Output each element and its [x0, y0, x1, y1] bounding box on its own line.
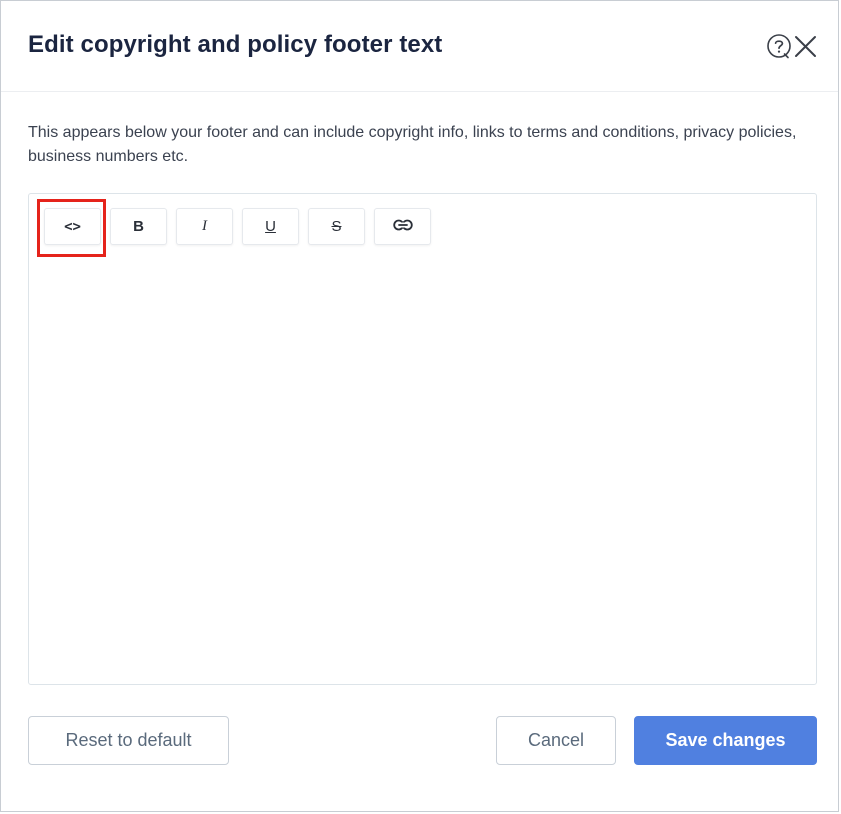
- editor-content-area[interactable]: [30, 258, 815, 683]
- link-icon: [392, 218, 413, 235]
- link-button[interactable]: [374, 208, 431, 245]
- dialog-header: Edit copyright and policy footer text: [1, 1, 838, 92]
- rich-text-editor: <> B I U S: [28, 193, 817, 685]
- save-changes-button[interactable]: Save changes: [634, 716, 817, 765]
- bold-button[interactable]: B: [110, 208, 167, 245]
- close-icon[interactable]: [793, 34, 818, 59]
- underline-button[interactable]: U: [242, 208, 299, 245]
- strikethrough-button[interactable]: S: [308, 208, 365, 245]
- reset-to-default-button[interactable]: Reset to default: [28, 716, 229, 765]
- italic-button[interactable]: I: [176, 208, 233, 245]
- edit-footer-dialog: Edit copyright and policy footer text Th…: [0, 0, 839, 812]
- dialog-description: This appears below your footer and can i…: [28, 124, 797, 165]
- cancel-button[interactable]: Cancel: [496, 716, 616, 765]
- editor-toolbar: <> B I U S: [44, 208, 431, 245]
- code-view-button[interactable]: <>: [44, 208, 101, 245]
- help-icon[interactable]: [766, 33, 792, 59]
- dialog-title: Edit copyright and policy footer text: [28, 31, 443, 58]
